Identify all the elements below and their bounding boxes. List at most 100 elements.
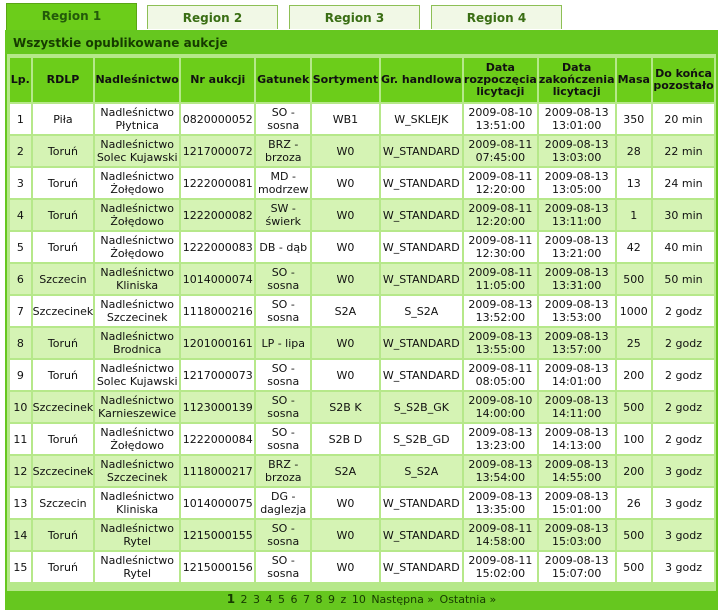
cell-data-zakonczenia: 2009-08-13 13:05:00	[538, 168, 615, 198]
cell-rdlp: Toruń	[32, 552, 94, 582]
cell-gr-handlowa: W_SKLEJK	[380, 104, 462, 134]
table-row: 14 Toruń Nadleśnictwo Rytel 1215000155 SO - …	[10, 520, 714, 550]
cell-nr-aukcji: 1215000156	[181, 552, 255, 582]
cell-sortyment: W0	[312, 328, 379, 358]
cell-gatunek: SO - sosna	[256, 360, 311, 390]
cell-rdlp: Toruń	[32, 232, 94, 262]
cell-nadlesnictwo: Nadleśnictwo Szczecinek	[95, 456, 180, 486]
cell-nadlesnictwo: Nadleśnictwo Żołędowo	[95, 232, 180, 262]
cell-sortyment: S2B D	[312, 424, 379, 454]
cell-gatunek: BRZ - brzoza	[256, 136, 311, 166]
cell-lp: 12	[10, 456, 31, 486]
cell-gr-handlowa: W_STANDARD	[380, 136, 462, 166]
page-link-4[interactable]: 4	[266, 593, 273, 606]
table-row: 13 Szczecin Nadleśnictwo Kliniska 101400007…	[10, 488, 714, 518]
page-of-label: z	[340, 593, 347, 606]
cell-nr-aukcji: 1118000217	[181, 456, 255, 486]
panel-title: Wszystkie opublikowane aukcje	[7, 32, 716, 54]
cell-nadlesnictwo: Nadleśnictwo Solec Kujawski	[95, 136, 180, 166]
cell-rdlp: Toruń	[32, 136, 94, 166]
cell-nr-aukcji: 1123000139	[181, 392, 255, 422]
cell-sortyment: W0	[312, 200, 379, 230]
cell-lp: 3	[10, 168, 31, 198]
cell-data-rozpoczecia: 2009-08-13 13:52:00	[463, 296, 537, 326]
cell-do-konca: 2 godz	[653, 392, 714, 422]
page-link-10[interactable]: 10	[352, 593, 366, 606]
cell-data-zakonczenia: 2009-08-13 13:53:00	[538, 296, 615, 326]
cell-sortyment: W0	[312, 168, 379, 198]
cell-gr-handlowa: W_STANDARD	[380, 360, 462, 390]
region-tabs: Region 1 Region 2 Region 3 Region 4	[0, 0, 722, 30]
cell-data-zakonczenia: 2009-08-13 14:01:00	[538, 360, 615, 390]
next-page-link[interactable]: Następna »	[371, 593, 434, 606]
cell-rdlp: Toruń	[32, 200, 94, 230]
cell-do-konca: 2 godz	[653, 424, 714, 454]
table-row: 15 Toruń Nadleśnictwo Rytel 1215000156 SO - …	[10, 552, 714, 582]
cell-do-konca: 40 min	[653, 232, 714, 262]
cell-nr-aukcji: 1215000155	[181, 520, 255, 550]
cell-data-rozpoczecia: 2009-08-11 14:58:00	[463, 520, 537, 550]
cell-data-rozpoczecia: 2009-08-13 13:23:00	[463, 424, 537, 454]
cell-nadlesnictwo: Nadleśnictwo Żołędowo	[95, 168, 180, 198]
cell-gatunek: SO - sosna	[256, 520, 311, 550]
page-link-2[interactable]: 2	[241, 593, 248, 606]
cell-masa: 100	[616, 424, 652, 454]
cell-gatunek: SO - sosna	[256, 264, 311, 294]
cell-masa: 200	[616, 456, 652, 486]
tab-region-3[interactable]: Region 3	[289, 5, 420, 29]
cell-gr-handlowa: W_STANDARD	[380, 520, 462, 550]
cell-gr-handlowa: W_STANDARD	[380, 488, 462, 518]
page-link-3[interactable]: 3	[253, 593, 260, 606]
cell-data-zakonczenia: 2009-08-13 13:21:00	[538, 232, 615, 262]
cell-nadlesnictwo: Nadleśnictwo Płytnica	[95, 104, 180, 134]
cell-data-rozpoczecia: 2009-08-13 13:35:00	[463, 488, 537, 518]
cell-do-konca: 3 godz	[653, 488, 714, 518]
cell-gatunek: SO - sosna	[256, 296, 311, 326]
cell-data-zakonczenia: 2009-08-13 14:13:00	[538, 424, 615, 454]
cell-do-konca: 30 min	[653, 200, 714, 230]
cell-do-konca: 20 min	[653, 104, 714, 134]
cell-lp: 10	[10, 392, 31, 422]
cell-nr-aukcji: 1217000073	[181, 360, 255, 390]
col-header-gatunek: Gatunek	[256, 58, 311, 102]
col-header-rdlp: RDLP	[32, 58, 94, 102]
cell-lp: 5	[10, 232, 31, 262]
tab-region-2[interactable]: Region 2	[147, 5, 278, 29]
cell-lp: 9	[10, 360, 31, 390]
cell-sortyment: WB1	[312, 104, 379, 134]
page-link-7[interactable]: 7	[303, 593, 310, 606]
cell-masa: 42	[616, 232, 652, 262]
page-link-5[interactable]: 5	[278, 593, 285, 606]
table-row: 10 Szczecinek Nadleśnictwo Karnieszewice 11…	[10, 392, 714, 422]
tab-region-1[interactable]: Region 1	[6, 3, 137, 30]
cell-rdlp: Toruń	[32, 520, 94, 550]
cell-nr-aukcji: 1222000084	[181, 424, 255, 454]
cell-gr-handlowa: W_STANDARD	[380, 232, 462, 262]
page-link-6[interactable]: 6	[291, 593, 298, 606]
cell-sortyment: W0	[312, 360, 379, 390]
cell-sortyment: S2A	[312, 456, 379, 486]
cell-gr-handlowa: W_STANDARD	[380, 328, 462, 358]
last-page-link[interactable]: Ostatnia »	[440, 593, 497, 606]
table-row: 4 Toruń Nadleśnictwo Żołędowo 1222000082 SW …	[10, 200, 714, 230]
cell-gatunek: SO - sosna	[256, 424, 311, 454]
page-link-9[interactable]: 9	[328, 593, 335, 606]
page-current: 1	[226, 592, 236, 606]
cell-gatunek: LP - lipa	[256, 328, 311, 358]
col-header-data-zakonczenia: Data zakończenia licytacji	[538, 58, 615, 102]
cell-data-zakonczenia: 2009-08-13 13:31:00	[538, 264, 615, 294]
cell-do-konca: 22 min	[653, 136, 714, 166]
cell-rdlp: Piła	[32, 104, 94, 134]
cell-lp: 15	[10, 552, 31, 582]
cell-sortyment: S2B K	[312, 392, 379, 422]
tab-region-4[interactable]: Region 4	[431, 5, 562, 29]
col-header-data-rozpoczecia: Data rozpoczęcia licytacji	[463, 58, 537, 102]
cell-nr-aukcji: 0820000052	[181, 104, 255, 134]
col-header-masa: Masa	[616, 58, 652, 102]
page-link-8[interactable]: 8	[316, 593, 323, 606]
cell-nadlesnictwo: Nadleśnictwo Brodnica	[95, 328, 180, 358]
table-header-row: Lp. RDLP Nadleśnictwo Nr aukcji Gatunek …	[10, 58, 714, 102]
cell-lp: 8	[10, 328, 31, 358]
col-header-do-konca: Do końca pozostało	[653, 58, 714, 102]
cell-lp: 4	[10, 200, 31, 230]
